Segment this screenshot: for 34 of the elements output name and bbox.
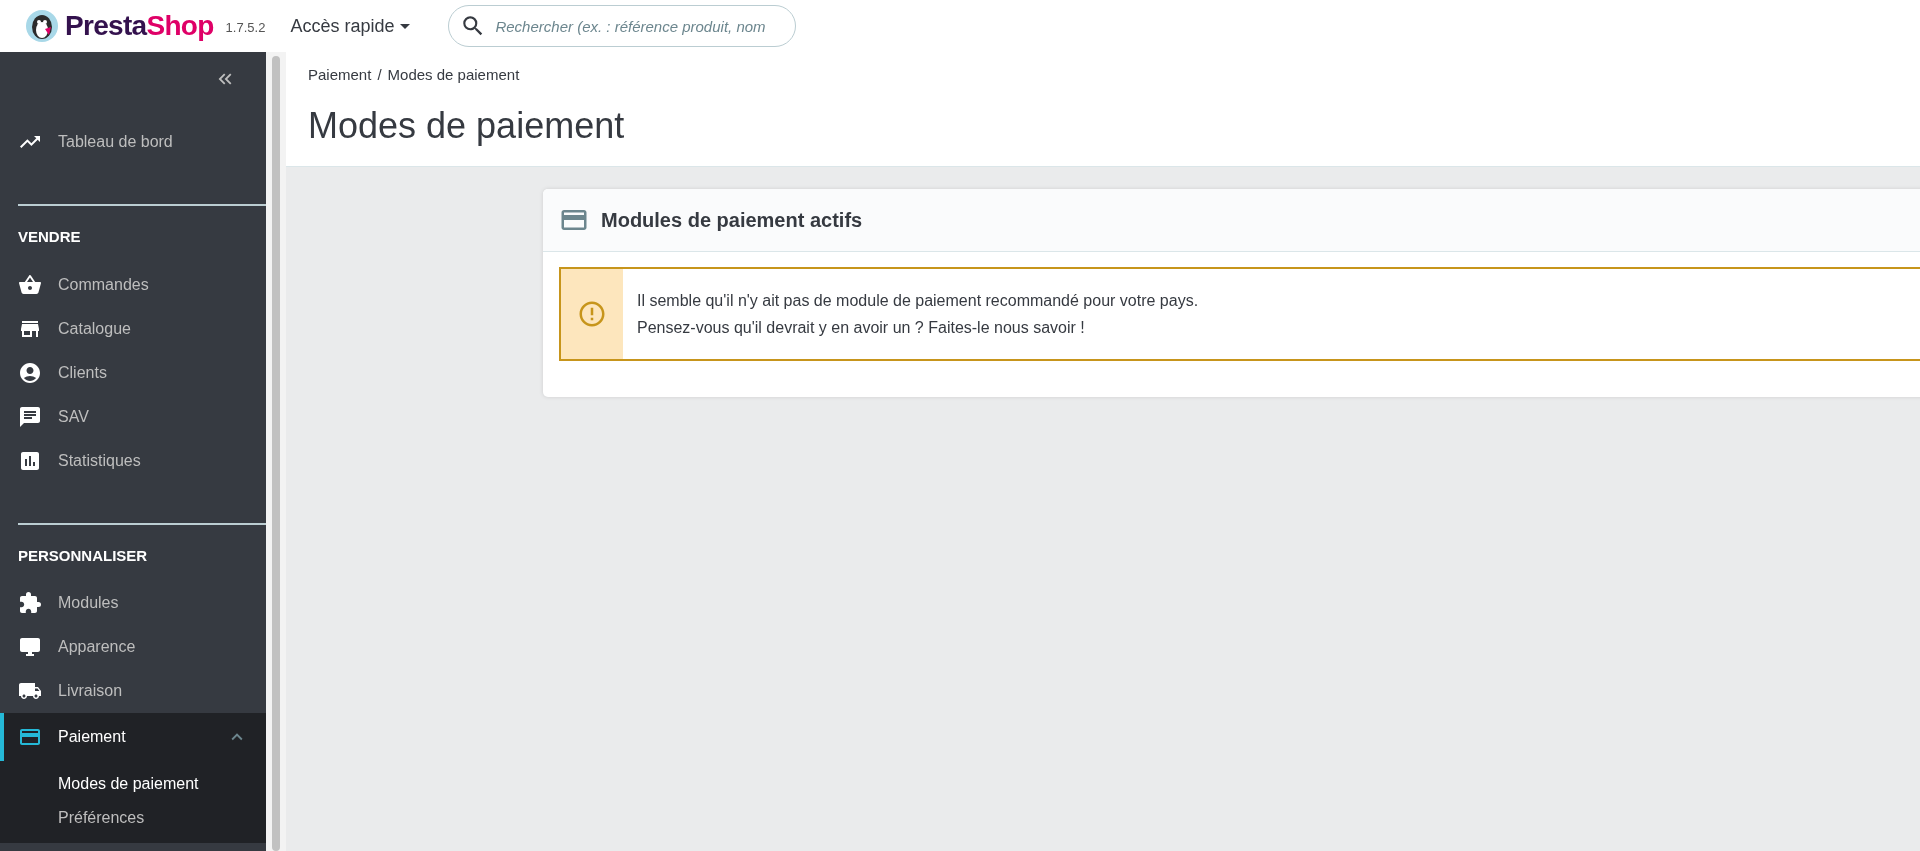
search-field[interactable]: Rechercher (ex. : référence produit, nom — [448, 5, 797, 47]
chat-icon — [18, 404, 42, 429]
sidebar-item[interactable]: Livraison — [0, 669, 266, 713]
monitor-icon — [18, 635, 42, 659]
version-text: 1.7.5.2 — [225, 19, 266, 38]
user-icon — [18, 360, 42, 385]
alert-text: Il semble qu'il n'y ait pas de module de paiement recommandé pour votre pays. — [637, 291, 1199, 311]
breadcrumb-link[interactable]: Paiement — [308, 64, 372, 87]
sidebar-item[interactable]: Statistiques — [0, 438, 266, 483]
alert-text: Pensez-vous qu'il devrait y en avoir un ? Faites-le nous savoir ! — [637, 318, 1086, 338]
sidebar-item[interactable]: Modules — [0, 581, 266, 625]
scrollbar-thumb[interactable] — [272, 56, 280, 851]
breadcrumb-link[interactable]: Modes de paiement — [387, 64, 520, 87]
sidebar-item[interactable]: Paiement — [0, 713, 266, 761]
sidebar-item[interactable]: Catalogue — [0, 306, 266, 351]
sidebar-item[interactable]: Clients — [0, 350, 266, 395]
quick-access-menu[interactable]: Accès rapide — [290, 12, 411, 40]
puzzle-icon — [18, 591, 42, 615]
panel-title: Modules de paiement actifs — [601, 208, 863, 233]
penguin-logo-icon — [25, 9, 59, 43]
submenu-item[interactable]: Modes de paiement — [0, 767, 266, 801]
sidebar-item[interactable]: Commandes — [0, 262, 266, 307]
section-heading: VENDRE — [17, 227, 82, 247]
caret-icon — [400, 23, 411, 29]
sidebar-item[interactable]: SAV — [0, 394, 266, 439]
alert-icon — [577, 299, 607, 329]
sidebar-item[interactable]: Apparence — [0, 625, 266, 669]
page-title: Modes de paiement — [308, 103, 626, 148]
breadcrumb-separator: / — [377, 65, 382, 85]
logo-text: PrestaShop — [65, 12, 214, 40]
submenu-item[interactable]: Préférences — [0, 801, 266, 835]
sidebar-item[interactable]: Tableau de bord — [0, 120, 266, 164]
basket-icon — [18, 272, 42, 297]
section-heading: PERSONNALISER — [17, 545, 149, 566]
